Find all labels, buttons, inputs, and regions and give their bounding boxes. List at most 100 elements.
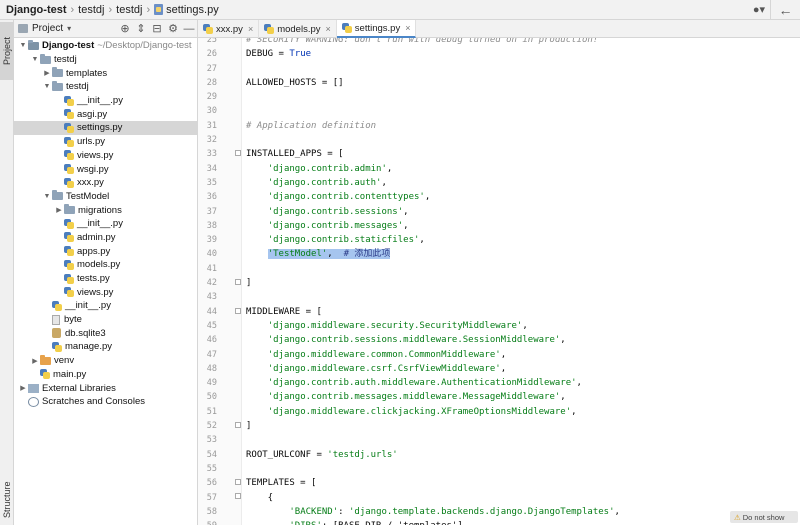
code-line[interactable]: 'django.contrib.auth.middleware.Authenti… <box>246 376 620 390</box>
breadcrumb-item[interactable]: settings.py <box>154 4 219 16</box>
code-line[interactable]: MIDDLEWARE = [ <box>246 305 620 319</box>
code-line[interactable]: ] <box>246 419 620 433</box>
tree-node[interactable]: wsgi.py <box>14 162 197 176</box>
fold-marker-icon[interactable] <box>235 150 241 156</box>
tree-node[interactable]: settings.py <box>14 121 197 135</box>
code-line[interactable]: 'django.contrib.sessions', <box>246 205 620 219</box>
notification-pill[interactable]: ⚠ Do not show <box>730 511 798 523</box>
tree-node[interactable]: models.py <box>14 258 197 272</box>
code-line[interactable]: DEBUG = True <box>246 47 620 61</box>
fold-marker-icon[interactable] <box>235 479 241 485</box>
code-line[interactable]: 'django.contrib.contenttypes', <box>246 190 620 204</box>
tree-node[interactable]: manage.py <box>14 340 197 354</box>
chevron-down-icon[interactable]: ▼ <box>42 193 52 200</box>
chevron-right-icon[interactable]: ▶ <box>30 357 40 365</box>
editor-tab[interactable]: settings.py × <box>336 20 417 38</box>
code-line[interactable]: 'DIRS': [BASE_DIR / 'templates'], <box>246 519 620 525</box>
close-icon[interactable]: × <box>248 24 253 34</box>
code-editor[interactable]: # SECURITY WARNING: don't run with debug… <box>243 38 800 525</box>
chevron-down-icon[interactable]: ▼ <box>18 42 28 49</box>
code-line[interactable]: # Application definition <box>246 119 620 133</box>
code-line[interactable]: 'django.contrib.auth', <box>246 176 620 190</box>
code-line[interactable]: 'django.middleware.csrf.CsrfViewMiddlewa… <box>246 362 620 376</box>
code-line[interactable]: ] <box>246 276 620 290</box>
breadcrumb-item[interactable]: testdj <box>116 4 142 16</box>
selected-code[interactable]: 'TestModel', # 添加此项 <box>267 249 391 260</box>
code-line[interactable] <box>246 290 620 304</box>
editor-tab[interactable]: models.py × <box>259 20 337 38</box>
tree-node[interactable]: ▶ migrations <box>14 203 197 217</box>
code-line[interactable]: 'BACKEND': 'django.template.backends.dja… <box>246 505 620 519</box>
code-line[interactable] <box>246 462 620 476</box>
code-line[interactable]: 'django.contrib.messages', <box>246 219 620 233</box>
tree-node[interactable]: ▼ testdj <box>14 80 197 94</box>
user-icon[interactable]: ●▾ <box>748 3 770 16</box>
code-line[interactable]: 'django.middleware.security.SecurityMidd… <box>246 319 620 333</box>
tree-node[interactable]: ▶ External Libraries <box>14 381 197 395</box>
tree-node[interactable]: ▼ testdj <box>14 53 197 67</box>
back-arrow-icon[interactable]: ← <box>770 0 800 20</box>
code-line[interactable]: 'django.middleware.common.CommonMiddlewa… <box>246 348 620 362</box>
tree-node[interactable]: Scratches and Consoles <box>14 395 197 409</box>
tree-node[interactable]: apps.py <box>14 244 197 258</box>
fold-marker-icon[interactable] <box>235 279 241 285</box>
tree-node[interactable]: views.py <box>14 285 197 299</box>
code-line[interactable]: 'TestModel', # 添加此项 <box>246 247 620 261</box>
chevron-right-icon[interactable]: ▶ <box>42 69 52 77</box>
tree-node[interactable]: main.py <box>14 368 197 382</box>
tree-node[interactable]: ▶ templates <box>14 66 197 80</box>
code-line[interactable]: 'django.contrib.messages.middleware.Mess… <box>246 390 620 404</box>
tree-node[interactable]: views.py <box>14 149 197 163</box>
breadcrumb-item[interactable]: Django-test <box>6 4 67 16</box>
tree-node[interactable]: ▼ TestModel <box>14 190 197 204</box>
breadcrumb-item[interactable]: testdj <box>78 4 104 16</box>
tree-node[interactable]: admin.py <box>14 231 197 245</box>
code-line[interactable]: ALLOWED_HOSTS = [] <box>246 76 620 90</box>
locate-icon[interactable]: ⊕ <box>117 22 133 35</box>
editor-tab[interactable]: xxx.py × <box>198 20 260 38</box>
project-tool-tab[interactable]: Project <box>0 22 14 80</box>
tree-node[interactable]: tests.py <box>14 272 197 286</box>
collapse-all-icon[interactable]: ⊟ <box>149 22 165 35</box>
chevron-down-icon[interactable]: ▼ <box>30 56 40 63</box>
tree-node[interactable]: __init__.py <box>14 299 197 313</box>
chevron-down-icon[interactable]: ▾ <box>67 24 71 33</box>
code-line[interactable]: 'django.contrib.staticfiles', <box>246 233 620 247</box>
chevron-right-icon[interactable]: ▶ <box>54 206 64 214</box>
tree-node[interactable]: asgi.py <box>14 107 197 121</box>
code-line[interactable]: TEMPLATES = [ <box>246 476 620 490</box>
close-icon[interactable]: × <box>405 23 410 33</box>
code-line[interactable]: # SECURITY WARNING: don't run with debug… <box>246 38 620 47</box>
tree-node[interactable]: xxx.py <box>14 176 197 190</box>
code-line[interactable] <box>246 90 620 104</box>
code-line[interactable]: 'django.contrib.sessions.middleware.Sess… <box>246 333 620 347</box>
chevron-down-icon[interactable]: ▼ <box>42 83 52 90</box>
tree-node[interactable]: urls.py <box>14 135 197 149</box>
code-line[interactable]: INSTALLED_APPS = [ <box>246 147 620 161</box>
tree-node[interactable]: byte <box>14 313 197 327</box>
gear-icon[interactable]: ⚙ <box>165 22 181 35</box>
fold-marker-icon[interactable] <box>235 422 241 428</box>
code-line[interactable] <box>246 104 620 118</box>
code-line[interactable] <box>246 433 620 447</box>
chevron-right-icon[interactable]: ▶ <box>18 384 28 392</box>
tree-node[interactable]: db.sqlite3 <box>14 326 197 340</box>
code-line[interactable]: 'django.middleware.clickjacking.XFrameOp… <box>246 405 620 419</box>
hide-icon[interactable]: — <box>181 23 197 35</box>
project-panel-title[interactable]: Project <box>32 23 63 34</box>
tree-node[interactable]: __init__.py <box>14 94 197 108</box>
tree-node[interactable]: ▼ Django-test ~/Desktop/Django-test <box>14 39 197 53</box>
structure-tool-tab[interactable]: Structure <box>0 470 14 525</box>
code-line[interactable] <box>246 133 620 147</box>
code-line[interactable] <box>246 62 620 76</box>
code-line[interactable]: { <box>246 491 620 505</box>
tree-node[interactable]: __init__.py <box>14 217 197 231</box>
expand-all-icon[interactable]: ⇕ <box>133 22 149 35</box>
close-icon[interactable]: × <box>326 24 331 34</box>
code-line[interactable]: ROOT_URLCONF = 'testdj.urls' <box>246 448 620 462</box>
code-line[interactable] <box>246 262 620 276</box>
fold-marker-icon[interactable] <box>235 493 241 499</box>
code-line[interactable]: 'django.contrib.admin', <box>246 162 620 176</box>
fold-marker-icon[interactable] <box>235 308 241 314</box>
tree-node[interactable]: ▶ venv <box>14 354 197 368</box>
